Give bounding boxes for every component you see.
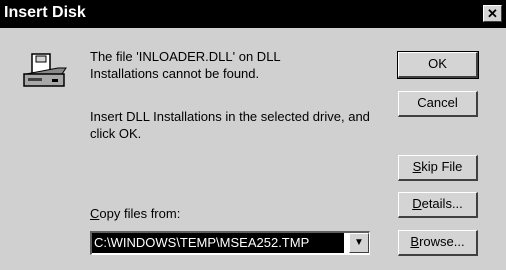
title-bar: Insert Disk ✕ (0, 0, 506, 28)
ok-button[interactable]: OK (397, 51, 479, 79)
details-button[interactable]: Details... (398, 192, 478, 218)
copy-files-combobox[interactable]: C:\WINDOWS\TEMP\MSEA252.TMP ▼ (90, 231, 370, 255)
skip-file-label: kip File (421, 159, 463, 174)
chevron-down-icon: ▼ (354, 237, 364, 248)
insert-disk-dialog: Insert Disk ✕ The file 'INLOADER.DLL' on… (0, 0, 506, 270)
copy-files-label-text: opy files from: (99, 206, 181, 221)
window-title: Insert Disk (4, 4, 86, 21)
close-button[interactable]: ✕ (483, 5, 502, 22)
cancel-button[interactable]: Cancel (398, 91, 478, 117)
error-message: The file 'INLOADER.DLL' on DLL Installat… (90, 49, 281, 81)
browse-mnemonic: B (410, 234, 420, 249)
browse-label: rowse... (419, 234, 465, 249)
copy-files-mnemonic: C (90, 206, 100, 221)
details-mnemonic: D (412, 196, 422, 211)
floppy-drive-icon (22, 52, 70, 92)
dropdown-button[interactable]: ▼ (349, 233, 369, 253)
browse-button[interactable]: Browse... (398, 230, 478, 256)
copy-files-path-value[interactable]: C:\WINDOWS\TEMP\MSEA252.TMP (92, 233, 344, 253)
close-icon: ✕ (487, 6, 498, 21)
instruction-message: Insert DLL Installations in the selected… (90, 109, 370, 141)
skip-file-mnemonic: S (412, 159, 422, 174)
copy-files-label: Copy files from: (90, 206, 180, 221)
skip-file-button[interactable]: Skip File (398, 155, 478, 181)
details-label: etails... (421, 196, 463, 211)
